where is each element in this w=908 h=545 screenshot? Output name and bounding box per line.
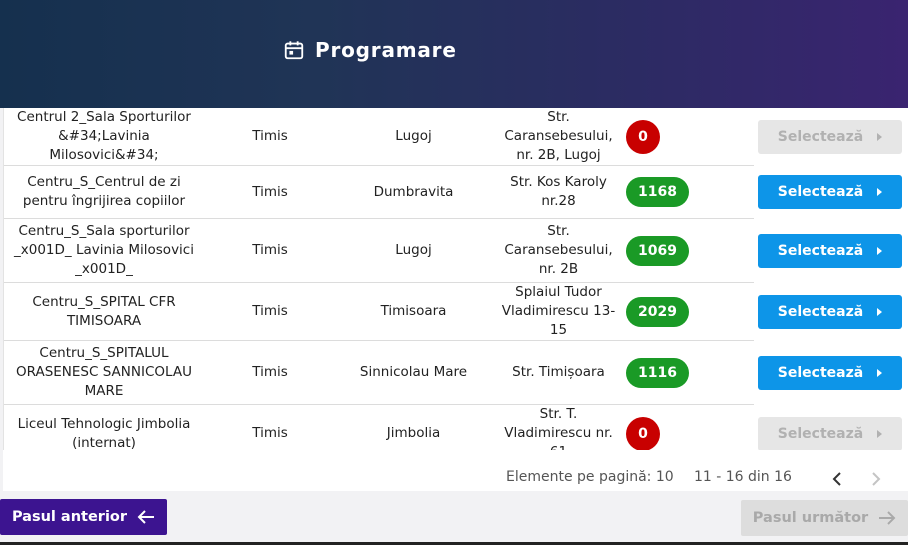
action-cell: Selectează — [754, 166, 908, 219]
availability-cell: 1168 — [626, 165, 754, 219]
county-cell: Timis — [204, 218, 336, 283]
center-name-cell: Centru_S_Centrul de zi pentru îngrijirea… — [4, 165, 204, 219]
centers-table-body: Centrul 2_Sala Sporturilor &#34;Lavinia … — [4, 108, 908, 463]
availability-badge: 0 — [626, 119, 660, 154]
select-center-button[interactable]: Selectează — [758, 294, 902, 329]
city-cell: Dumbravita — [336, 165, 491, 219]
center-name-cell: Centru_S_SPITAL CFR TIMISOARA — [4, 282, 204, 341]
center-name-cell: Centrul 2_Sala Sporturilor &#34;Lavinia … — [4, 108, 204, 166]
next-step-label: Pasul următor — [752, 510, 869, 526]
county-cell: Timis — [204, 340, 336, 405]
availability-cell: 1116 — [626, 340, 754, 405]
select-center-button[interactable]: Selectează — [758, 355, 902, 390]
caret-right-icon — [877, 368, 883, 377]
address-cell: Str. Caransebesului, nr. 2B, Lugoj — [491, 108, 626, 166]
city-cell: Sinnicolau Mare — [336, 340, 491, 405]
select-center-button[interactable]: Selectează — [758, 416, 902, 451]
address-cell: Splaiul Tudor Vladimirescu 13-15 — [491, 282, 626, 341]
header-bar: Programare — [0, 0, 908, 108]
app-root: Programare Centrul 2_Sala Sporturilor &#… — [0, 0, 908, 545]
availability-badge: 1069 — [626, 235, 689, 266]
caret-right-icon — [877, 188, 883, 196]
centers-table: Centrul 2_Sala Sporturilor &#34;Lavinia … — [4, 108, 908, 463]
select-button-label: Selectează — [777, 128, 864, 145]
header-title-group: Programare — [283, 38, 457, 62]
county-cell: Timis — [204, 282, 336, 341]
select-button-label: Selectează — [777, 303, 864, 320]
arrow-left-icon — [137, 510, 155, 524]
city-cell: Timisoara — [336, 282, 491, 341]
availability-badge: 2029 — [626, 296, 689, 327]
page-range: 11 - 16 din 16 — [694, 469, 792, 485]
address-cell: Str. Kos Karoly nr.28 — [491, 165, 626, 219]
center-name-cell: Centru_S_Sala sporturilor _x001D_ Lavini… — [4, 218, 204, 283]
city-cell: Lugoj — [336, 218, 491, 283]
availability-cell: 2029 — [626, 282, 754, 341]
select-button-label: Selectează — [777, 184, 864, 200]
select-button-label: Selectează — [777, 364, 864, 381]
action-cell: Selectează — [754, 341, 908, 405]
county-cell: Timis — [204, 108, 336, 166]
action-cell: Selectează — [754, 108, 908, 166]
next-step-button[interactable]: Pasul următor — [741, 500, 908, 536]
county-cell: Timis — [204, 165, 336, 219]
caret-right-icon — [877, 429, 883, 438]
availability-cell: 1069 — [626, 218, 754, 283]
table-row: Centru_S_Centrul de zi pentru îngrijirea… — [4, 165, 908, 219]
chevron-left-icon[interactable] — [831, 472, 843, 486]
address-cell: Str. Timișoara — [491, 340, 626, 405]
chevron-right-icon[interactable] — [870, 472, 882, 486]
select-button-label: Selectează — [777, 242, 864, 259]
availability-badge: 1168 — [626, 177, 689, 207]
select-center-button[interactable]: Selectează — [758, 175, 902, 209]
previous-step-label: Pasul anterior — [11, 509, 128, 525]
availability-cell: 0 — [626, 108, 754, 166]
calendar-icon — [284, 41, 304, 60]
action-cell: Selectează — [754, 219, 908, 283]
address-cell: Str. Caransebesului, nr. 2B — [491, 218, 626, 283]
caret-right-icon — [877, 132, 883, 141]
table-row: Centru_S_SPITALUL ORASENESC SANNICOLAU M… — [4, 340, 908, 405]
table-row: Centru_S_Sala sporturilor _x001D_ Lavini… — [4, 218, 908, 283]
items-per-page[interactable]: Elemente pe pagină: 10 — [506, 469, 674, 485]
caret-right-icon — [877, 307, 883, 316]
pagination-bar: Elemente pe pagină: 10 11 - 16 din 16 — [3, 450, 908, 491]
select-center-button[interactable]: Selectează — [758, 233, 902, 268]
action-cell: Selectează — [754, 283, 908, 341]
city-cell: Lugoj — [336, 108, 491, 166]
caret-right-icon — [877, 246, 883, 255]
table-row: Centrul 2_Sala Sporturilor &#34;Lavinia … — [4, 108, 908, 166]
select-button-label: Selectează — [777, 425, 864, 442]
arrow-right-icon — [879, 511, 896, 525]
centers-table-card: Centrul 2_Sala Sporturilor &#34;Lavinia … — [3, 108, 908, 491]
table-row: Centru_S_SPITAL CFR TIMISOARA Timis Timiso… — [4, 282, 908, 341]
page-title: Programare — [315, 38, 457, 62]
center-name-cell: Centru_S_SPITALUL ORASENESC SANNICOLAU M… — [4, 340, 204, 405]
availability-badge: 0 — [626, 416, 660, 451]
availability-badge: 1116 — [626, 357, 689, 388]
previous-step-button[interactable]: Pasul anterior — [0, 499, 167, 535]
select-center-button[interactable]: Selectează — [758, 119, 902, 154]
